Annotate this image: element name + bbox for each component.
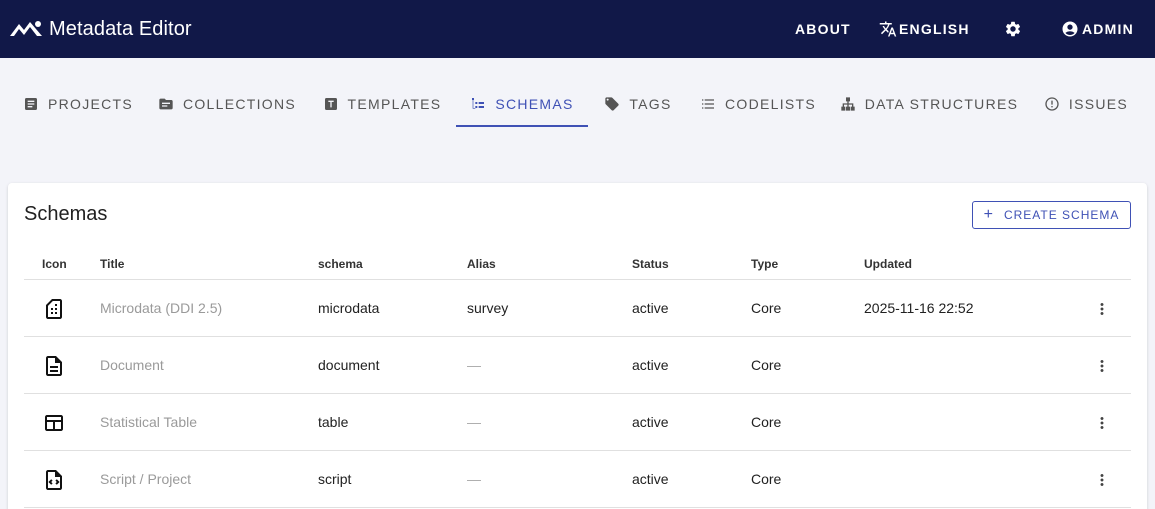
more-vert-icon	[1100, 303, 1104, 315]
article-icon	[24, 97, 37, 110]
tag-icon	[605, 96, 620, 111]
main-tabs: PROJECTS COLLECTIONS TEMPLATES SCHEMAS T…	[0, 80, 1155, 128]
tab-projects[interactable]: PROJECTS	[20, 80, 136, 127]
about-label: ABOUT	[795, 21, 851, 37]
settings-button[interactable]	[1004, 0, 1022, 58]
logo-icon	[10, 21, 42, 36]
tab-label: PROJECTS	[47, 95, 134, 112]
text-box-icon	[324, 97, 337, 110]
row-alias: survey	[467, 300, 509, 316]
list-icon	[701, 98, 714, 109]
tab-issues[interactable]: ISSUES	[1038, 80, 1134, 127]
column-header-alias[interactable]: Alias	[467, 257, 496, 271]
column-header-updated[interactable]: Updated	[864, 257, 912, 271]
row-more-button[interactable]	[1090, 411, 1114, 435]
tab-label: TEMPLATES	[347, 95, 442, 112]
row-schema: document	[318, 357, 380, 373]
tab-label: SCHEMAS	[495, 95, 574, 112]
more-vert-icon	[1100, 474, 1104, 486]
app-bar: Metadata Editor ABOUT ENGLISH ADMIN	[0, 0, 1155, 58]
app-title: Metadata Editor	[49, 17, 192, 40]
row-more-button[interactable]	[1090, 297, 1114, 321]
plus-icon: +	[983, 206, 994, 223]
schema-icon	[472, 97, 485, 109]
brand[interactable]: Metadata Editor	[9, 18, 192, 41]
tab-data-structures[interactable]: DATA STRUCTURES	[838, 80, 1020, 127]
row-status: active	[632, 414, 669, 430]
tab-collections[interactable]: COLLECTIONS	[156, 80, 298, 127]
page-title: Schemas	[24, 203, 108, 225]
column-header-type[interactable]: Type	[751, 257, 778, 271]
row-more-button[interactable]	[1090, 354, 1114, 378]
table-row[interactable]: Microdata (DDI 2.5) microdata survey act…	[24, 280, 1131, 337]
translate-icon	[879, 21, 897, 37]
schemas-card: Schemas + CREATE SCHEMA Icon Title schem…	[8, 183, 1147, 509]
row-alias: —	[467, 471, 481, 487]
tab-tags[interactable]: TAGS	[598, 80, 678, 127]
table-row[interactable]: Document document — active Core	[24, 337, 1131, 394]
row-status: active	[632, 357, 669, 373]
folder-icon	[159, 98, 173, 109]
row-title[interactable]: Statistical Table	[100, 414, 197, 430]
row-status: active	[632, 300, 669, 316]
sd-card-icon	[46, 299, 62, 319]
tab-label: CODELISTS	[724, 95, 817, 112]
row-schema: microdata	[318, 300, 380, 316]
language-label: ENGLISH	[899, 21, 970, 37]
about-button[interactable]: ABOUT	[795, 0, 851, 58]
tab-schemas[interactable]: SCHEMAS	[456, 80, 588, 127]
tab-label: ISSUES	[1068, 95, 1129, 112]
row-type: Core	[751, 357, 782, 373]
row-schema: script	[318, 471, 352, 487]
table-icon	[45, 415, 63, 431]
sitemap-icon	[841, 96, 855, 111]
row-updated: 2025-11-16 22:52	[864, 300, 974, 316]
tab-codelists[interactable]: CODELISTS	[696, 80, 820, 127]
column-header-icon: Icon	[42, 257, 67, 271]
create-schema-label: CREATE SCHEMA	[1003, 208, 1120, 222]
row-title[interactable]: Document	[100, 357, 164, 373]
tab-label: TAGS	[629, 95, 672, 112]
user-label: ADMIN	[1082, 21, 1134, 37]
row-type: Core	[751, 471, 782, 487]
active-tab-indicator	[456, 125, 588, 127]
tab-label: DATA STRUCTURES	[864, 95, 1019, 112]
row-alias: —	[467, 414, 481, 430]
table-row[interactable]: Statistical Table table — active Core	[24, 394, 1131, 451]
table-row[interactable]: Script / Project script — active Core	[24, 451, 1131, 508]
column-header-status[interactable]: Status	[632, 257, 669, 271]
code-file-icon	[46, 470, 62, 490]
row-type: Core	[751, 300, 782, 316]
document-icon	[46, 356, 62, 376]
account-circle-icon	[1062, 21, 1078, 37]
table-header: Icon Title schema Alias Status Type Upda…	[24, 247, 1131, 280]
more-vert-icon	[1100, 417, 1104, 429]
row-type: Core	[751, 414, 782, 430]
gear-icon	[1005, 21, 1021, 37]
language-button[interactable]: ENGLISH	[879, 0, 970, 58]
user-menu-button[interactable]: ADMIN	[1061, 0, 1134, 58]
row-more-button[interactable]	[1090, 468, 1114, 492]
column-header-schema[interactable]: schema	[318, 257, 363, 271]
create-schema-button[interactable]: + CREATE SCHEMA	[972, 201, 1131, 229]
tab-templates[interactable]: TEMPLATES	[318, 80, 446, 127]
row-title[interactable]: Microdata (DDI 2.5)	[100, 300, 222, 316]
row-alias: —	[467, 357, 481, 373]
alert-circle-icon	[1045, 96, 1059, 111]
row-title[interactable]: Script / Project	[100, 471, 191, 487]
tab-label: COLLECTIONS	[182, 95, 297, 112]
row-schema: table	[318, 414, 349, 430]
row-status: active	[632, 471, 669, 487]
column-header-title[interactable]: Title	[100, 257, 124, 271]
more-vert-icon	[1100, 360, 1104, 372]
